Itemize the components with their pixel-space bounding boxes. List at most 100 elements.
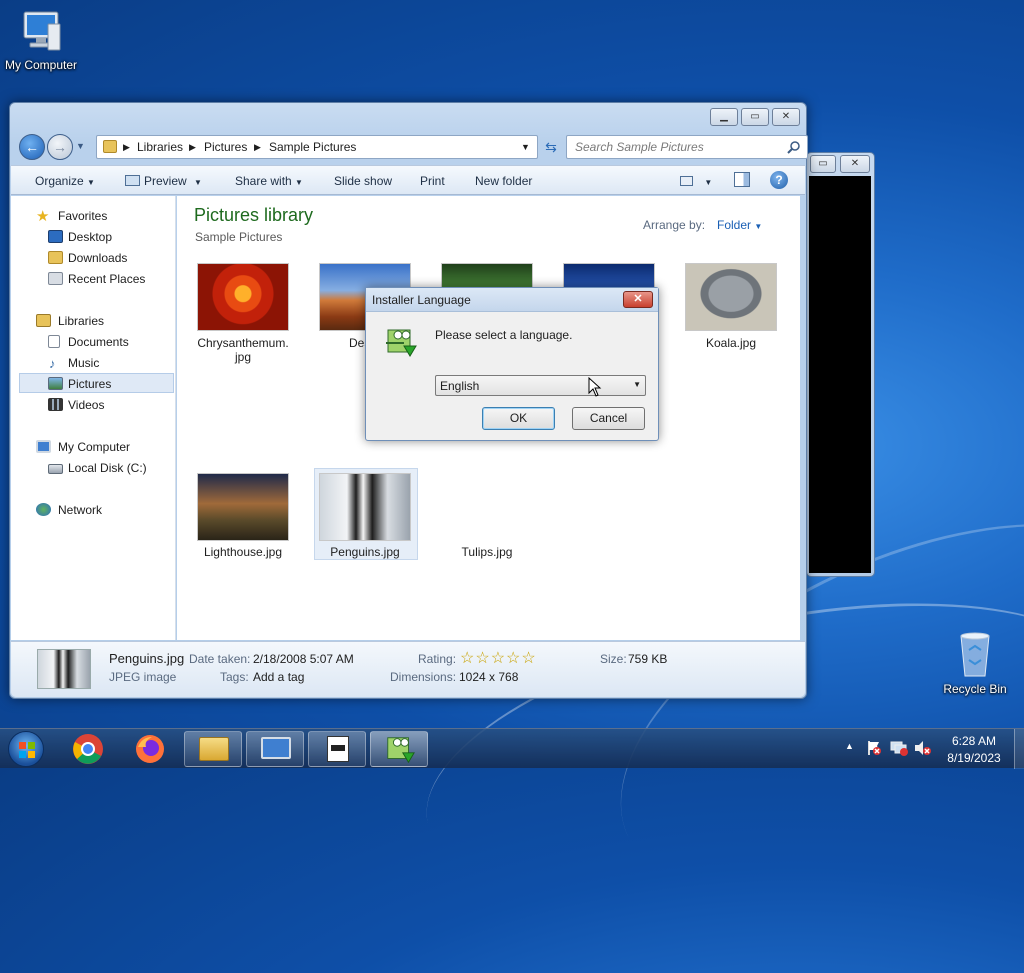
clock-time[interactable]: 6:28 AM (946, 734, 1002, 748)
maximize-button[interactable]: ▭ (810, 155, 836, 173)
size-label: Size: (600, 652, 627, 666)
tags-value[interactable]: Add a tag (253, 670, 304, 684)
forward-button[interactable]: → (47, 134, 73, 160)
library-title: Pictures library (194, 205, 314, 225)
desktop-icon-label: My Computer (4, 58, 78, 72)
music-icon: ♪ (49, 356, 56, 371)
details-thumbnail (37, 649, 91, 689)
nav-my-computer[interactable]: My Computer (11, 437, 176, 457)
thumbnail-penguins[interactable] (319, 473, 411, 541)
nav-videos[interactable]: Videos (11, 395, 176, 415)
cancel-button[interactable]: Cancel (572, 407, 645, 430)
details-pane: Penguins.jpg JPEG image Date taken: 2/18… (11, 641, 805, 697)
preview-pane-icon (734, 172, 750, 187)
ok-button[interactable]: OK (482, 407, 555, 430)
thumbnail-chrysanthemum[interactable] (197, 263, 289, 331)
refresh-icon[interactable]: ⇆ (540, 136, 562, 158)
monitor-icon (261, 737, 291, 759)
dimensions-value: 1024 x 768 (459, 670, 519, 684)
file-name[interactable]: Lighthouse.jpg (188, 545, 298, 559)
show-hidden-icons-button[interactable]: ▲ (845, 741, 854, 751)
file-name[interactable]: Penguins.jpg (310, 545, 420, 559)
file-name[interactable]: Chrysanthemum. jpg (188, 336, 298, 364)
taskbar-computer-button[interactable] (246, 731, 304, 767)
show-desktop-button[interactable] (1014, 729, 1024, 769)
change-view-button[interactable]: ▼ (680, 174, 712, 188)
taskbar-window-button[interactable] (308, 731, 366, 767)
breadcrumb-pictures[interactable]: Pictures (204, 140, 247, 154)
arrange-by-dropdown[interactable]: Folder ▼ (717, 218, 762, 232)
breadcrumb-sample-pictures[interactable]: Sample Pictures (269, 140, 356, 154)
volume-icon[interactable] (914, 740, 932, 759)
search-icon[interactable] (787, 140, 801, 157)
chrome-icon[interactable] (72, 733, 104, 768)
date-taken-label: Date taken: (189, 652, 251, 666)
desktop-icon-recycle-bin[interactable]: Recycle Bin (934, 630, 1016, 696)
installer-language-dialog: Installer Language ✕ Please select a lan… (365, 287, 659, 441)
console-area (809, 176, 871, 573)
chevron-right-icon: ▶ (254, 142, 261, 152)
star-icon: ★ (36, 208, 50, 225)
nav-downloads[interactable]: Downloads (11, 248, 176, 268)
dialog-close-button[interactable]: ✕ (623, 291, 653, 308)
recent-pages-dropdown-icon[interactable]: ▼ (76, 141, 85, 151)
nav-local-disk[interactable]: Local Disk (C:) (11, 458, 176, 478)
help-button[interactable]: ? (770, 171, 788, 189)
search-placeholder: Search Sample Pictures (575, 140, 704, 154)
nav-recent-places[interactable]: Recent Places (11, 269, 176, 289)
installer-icon (384, 326, 418, 363)
recent-places-icon (48, 272, 63, 285)
organize-button[interactable]: Organize ▼ (35, 174, 95, 188)
nav-libraries[interactable]: Libraries (11, 311, 176, 331)
new-folder-button[interactable]: New folder (475, 174, 532, 188)
address-bar[interactable]: ▶ Libraries ▶ Pictures ▶ Sample Pictures… (96, 135, 538, 159)
background-console-window[interactable]: ▭ ✕ (806, 152, 875, 577)
maximize-button[interactable]: ▭ (741, 108, 769, 126)
windows-logo-icon (8, 731, 44, 767)
dialog-titlebar: Installer Language ✕ (366, 288, 658, 312)
print-button[interactable]: Print (420, 174, 445, 188)
start-button[interactable] (4, 729, 46, 769)
firefox-icon[interactable] (134, 733, 166, 768)
mouse-cursor-icon (588, 376, 602, 400)
date-taken-value[interactable]: 2/18/2008 5:07 AM (253, 652, 354, 666)
back-button[interactable]: ← (19, 134, 45, 160)
desktop-icon-my-computer[interactable]: My Computer (0, 8, 82, 72)
window-app-icon (327, 736, 349, 762)
nav-music[interactable]: ♪ Music (11, 353, 176, 373)
dialog-message: Please select a language. (435, 328, 573, 342)
rating-stars[interactable]: ☆☆☆☆☆ (460, 648, 537, 668)
close-button[interactable]: ✕ (772, 108, 800, 126)
preview-icon (125, 175, 140, 186)
tags-label: Tags: (220, 670, 249, 684)
action-center-icon[interactable] (866, 740, 882, 759)
nav-desktop[interactable]: Desktop (11, 227, 176, 247)
clock-date[interactable]: 8/19/2023 (944, 751, 1004, 765)
desktop-icon (48, 230, 63, 243)
nav-pictures[interactable]: Pictures (19, 373, 174, 393)
share-with-button[interactable]: Share with ▼ (235, 174, 303, 188)
hard-disk-icon (48, 464, 63, 474)
preview-button[interactable]: Preview ▼ (125, 174, 202, 188)
minimize-button[interactable]: ▁ (710, 108, 738, 126)
file-name[interactable]: Koala.jpg (676, 336, 786, 350)
close-button[interactable]: ✕ (840, 155, 870, 173)
nav-favorites[interactable]: ★ Favorites (11, 206, 176, 226)
nav-network[interactable]: Network (11, 500, 176, 520)
recycle-bin-icon (955, 630, 995, 680)
preview-pane-button[interactable] (734, 172, 750, 190)
nav-documents[interactable]: Documents (11, 332, 176, 352)
taskbar-explorer-button[interactable] (184, 731, 242, 767)
taskbar-installer-button[interactable] (370, 731, 428, 767)
address-dropdown-icon[interactable]: ▼ (521, 142, 530, 152)
thumbnail-koala[interactable] (685, 263, 777, 331)
thumbnail-lighthouse[interactable] (197, 473, 289, 541)
search-input[interactable]: Search Sample Pictures (566, 135, 808, 159)
breadcrumb-libraries[interactable]: Libraries (137, 140, 183, 154)
slide-show-button[interactable]: Slide show (334, 174, 392, 188)
desktop-icon-label: Recycle Bin (943, 682, 1007, 696)
file-name[interactable]: Tulips.jpg (432, 545, 542, 559)
language-select[interactable]: English ▼ (435, 375, 646, 396)
network-status-icon[interactable] (890, 740, 908, 759)
pictures-icon (48, 377, 63, 390)
